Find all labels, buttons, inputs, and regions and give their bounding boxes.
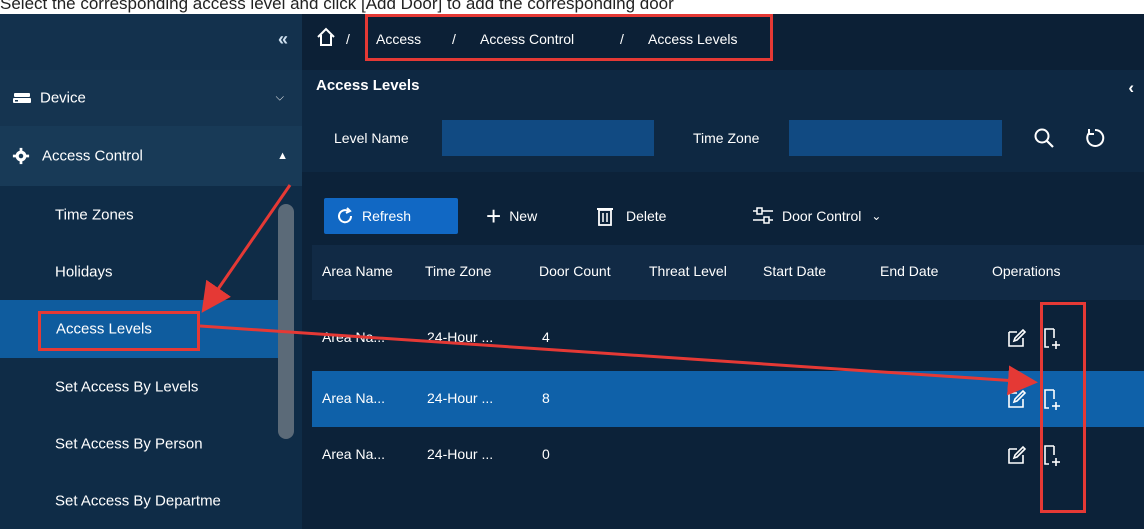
- column-header-threat-level[interactable]: Threat Level: [649, 263, 727, 279]
- table-row[interactable]: Area Na... 24-Hour ... 4: [312, 310, 1144, 366]
- sidebar-item-label: Device: [40, 89, 86, 107]
- cell-area-name: Area Na...: [322, 329, 386, 345]
- refresh-icon: [338, 207, 353, 224]
- sidebar-item-label: Time Zones: [55, 206, 134, 223]
- cell-time-zone: 24-Hour ...: [427, 446, 494, 462]
- door-control-icon: [753, 207, 773, 224]
- sidebar-item-label: Set Access By Person: [55, 435, 203, 452]
- sidebar-item-set-access-by-person[interactable]: Set Access By Person: [0, 415, 280, 472]
- plus-icon: +: [486, 201, 502, 231]
- door-control-label: Door Control: [782, 208, 862, 224]
- sidebar-item-access-control[interactable]: Access Control ▲: [0, 126, 302, 186]
- door-control-dropdown[interactable]: Door Control ⌄: [752, 198, 881, 234]
- chevron-down-icon: ⌵: [275, 91, 284, 104]
- column-header-area-name[interactable]: Area Name: [322, 263, 393, 279]
- cell-time-zone: 24-Hour ...: [427, 390, 494, 406]
- sidebar-item-set-access-by-levels[interactable]: Set Access By Levels: [0, 358, 280, 415]
- refresh-button[interactable]: Refresh: [324, 198, 458, 234]
- column-header-operations: Operations: [992, 263, 1061, 279]
- collapse-sidebar-button[interactable]: «: [278, 29, 288, 50]
- sidebar-item-label: Holidays: [55, 263, 113, 280]
- chevron-down-icon: ⌄: [871, 209, 882, 223]
- edit-icon[interactable]: [1006, 388, 1028, 410]
- panel-header: Access Levels ‹: [302, 70, 1144, 112]
- cell-area-name: Area Na...: [322, 390, 386, 406]
- time-zone-input[interactable]: [789, 120, 1002, 156]
- new-label: New: [509, 208, 538, 224]
- table-header: Area Name Time Zone Door Count Threat Le…: [312, 245, 1144, 300]
- sidebar-item-device[interactable]: Device ⌵: [0, 70, 302, 126]
- trash-icon: [597, 208, 613, 226]
- sidebar-item-label: Access Control: [42, 147, 143, 165]
- chevron-up-icon: ▲: [277, 150, 288, 162]
- delete-button[interactable]: Delete: [596, 198, 666, 234]
- sidebar-item-label: Set Access By Departme: [55, 492, 221, 509]
- table-row[interactable]: Area Na... 24-Hour ... 0: [312, 427, 1144, 483]
- cell-door-count: 8: [542, 390, 550, 406]
- column-header-end-date[interactable]: End Date: [880, 263, 938, 279]
- sidebar-item-time-zones[interactable]: Time Zones: [0, 186, 280, 243]
- sidebar-scrollbar[interactable]: [278, 204, 294, 439]
- delete-label: Delete: [626, 208, 667, 224]
- level-name-input[interactable]: [442, 120, 654, 156]
- search-icon[interactable]: [1032, 126, 1056, 150]
- cell-time-zone: 24-Hour ...: [427, 329, 494, 345]
- edit-icon[interactable]: [1006, 444, 1028, 466]
- time-zone-label: Time Zone: [693, 130, 760, 146]
- cell-door-count: 4: [542, 329, 550, 345]
- highlight-box-breadcrumb: [365, 14, 773, 61]
- highlight-box-operations: [1040, 302, 1086, 513]
- sidebar-collapse-bar: «: [0, 14, 302, 70]
- cell-area-name: Area Na...: [322, 446, 386, 462]
- reset-icon[interactable]: [1084, 127, 1106, 149]
- main-content: / Access / Access Control / Access Level…: [302, 14, 1144, 529]
- highlight-box-access-levels: [38, 311, 200, 351]
- refresh-label: Refresh: [362, 208, 412, 224]
- table-row-selected[interactable]: Area Na... 24-Hour ... 8: [312, 371, 1144, 427]
- column-header-time-zone[interactable]: Time Zone: [425, 263, 491, 279]
- panel-title: Access Levels: [316, 77, 420, 94]
- gear-icon: [12, 147, 30, 165]
- instruction-text: Select the corresponding access level an…: [0, 0, 674, 13]
- sidebar-item-set-access-by-department[interactable]: Set Access By Departme: [0, 472, 280, 529]
- instruction-strip: Select the corresponding access level an…: [0, 0, 1144, 14]
- sidebar: « Device ⌵ Access Control ▲ Time Zones H…: [0, 14, 302, 529]
- device-icon: [13, 93, 31, 103]
- sidebar-item-holidays[interactable]: Holidays: [0, 243, 280, 300]
- cell-door-count: 0: [542, 446, 550, 462]
- new-button[interactable]: + New: [486, 198, 537, 234]
- breadcrumb-separator: /: [346, 31, 350, 47]
- column-header-start-date[interactable]: Start Date: [763, 263, 826, 279]
- edit-icon[interactable]: [1006, 327, 1028, 349]
- home-icon[interactable]: [316, 27, 336, 47]
- sidebar-item-label: Set Access By Levels: [55, 378, 199, 395]
- column-header-door-count[interactable]: Door Count: [539, 263, 611, 279]
- panel-collapse-button[interactable]: ‹: [1128, 78, 1134, 98]
- level-name-label: Level Name: [334, 130, 409, 146]
- toolbar: Refresh + New Delete Door Control ⌄: [302, 190, 1144, 245]
- filter-bar: Level Name Time Zone: [302, 112, 1144, 172]
